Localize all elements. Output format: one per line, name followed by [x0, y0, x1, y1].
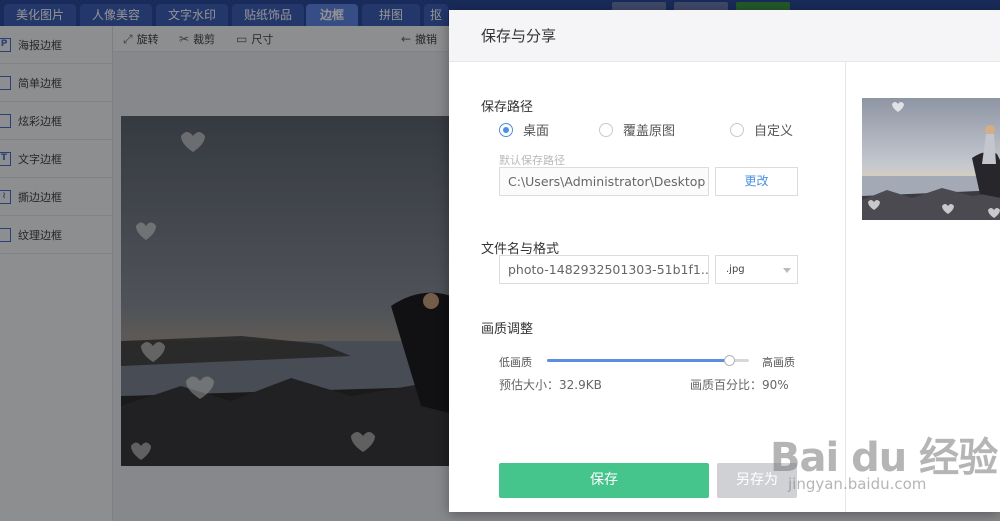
baidu-jingyan-watermark: Bai du 经验 jingyan.baidu.com: [760, 425, 1000, 505]
save-button[interactable]: 保存: [499, 463, 709, 498]
quality-slider[interactable]: [547, 355, 749, 366]
chevron-down-icon: [783, 268, 791, 273]
low-quality-label: 低画质: [499, 356, 532, 369]
preview-scene-illustration: [862, 98, 1000, 220]
radio-checked-icon: [499, 122, 513, 137]
save-path-field[interactable]: C:\Users\Administrator\Desktop: [499, 167, 709, 196]
dialog-title: 保存与分享: [449, 10, 1000, 62]
radio-desktop[interactable]: 桌面: [499, 120, 549, 139]
estimated-size-text: 预估大小：32.9KB: [499, 378, 602, 392]
save-path-section-title: 保存路径: [481, 100, 534, 115]
radio-unchecked-icon: [599, 122, 613, 137]
high-quality-label: 高画质: [762, 356, 795, 369]
radio-label: 覆盖原图: [623, 124, 676, 139]
quality-percent-text: 画质百分比：90%: [690, 378, 789, 392]
watermark-url-text: jingyan.baidu.com: [788, 475, 927, 493]
change-path-button[interactable]: 更改: [715, 167, 798, 196]
default-path-hint: 默认保存路径: [499, 154, 565, 167]
format-select[interactable]: .jpg: [715, 255, 798, 284]
quality-slider-fill: [547, 359, 729, 362]
radio-overwrite-original[interactable]: 覆盖原图: [599, 120, 675, 139]
quality-slider-handle[interactable]: [723, 355, 735, 366]
quality-section-title: 画质调整: [481, 322, 534, 337]
radio-label: 自定义: [754, 124, 794, 139]
format-value: .jpg: [726, 264, 745, 275]
radio-custom[interactable]: 自定义: [730, 120, 793, 139]
radio-label: 桌面: [523, 124, 550, 139]
filename-input[interactable]: photo-1482932501303-51b1f1...: [499, 255, 709, 284]
preview-thumbnail: [862, 98, 1000, 220]
radio-unchecked-icon: [730, 122, 744, 137]
